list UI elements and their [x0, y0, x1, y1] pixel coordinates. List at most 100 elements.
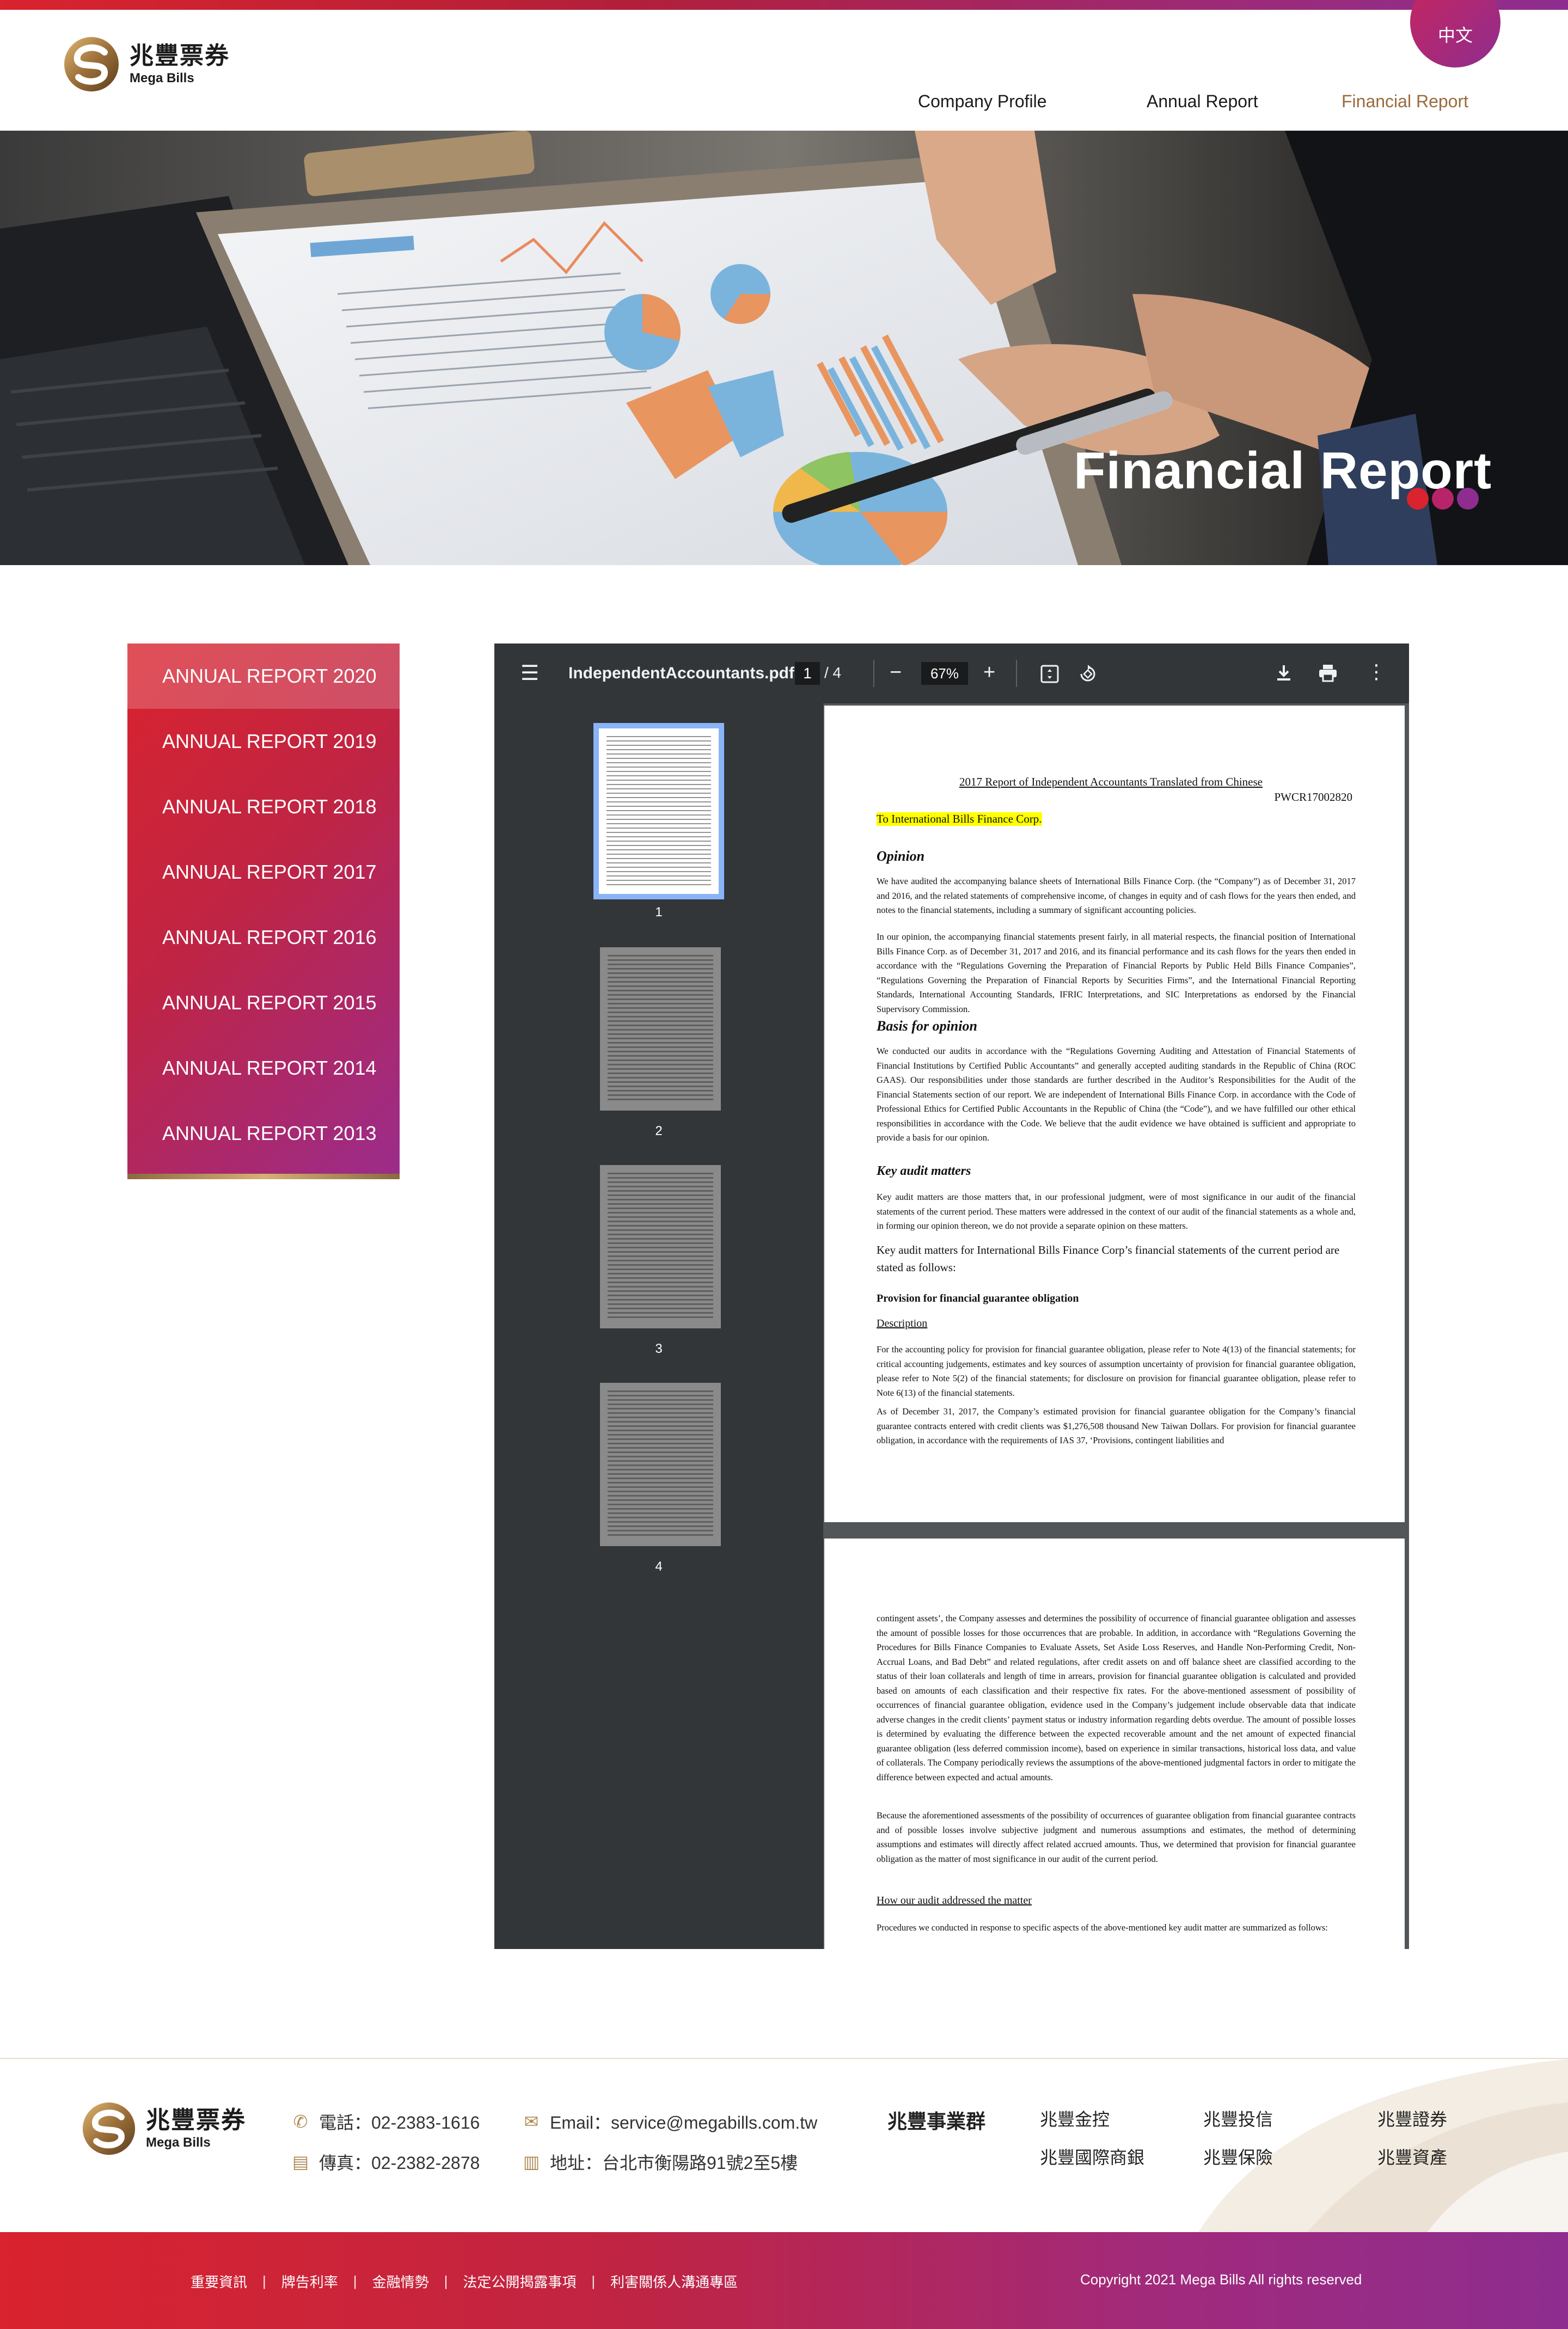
footer-email[interactable]: ✉ Email：service@megabills.com.tw	[522, 2109, 818, 2134]
footer-link-important-info[interactable]: 重要資訊	[191, 2271, 247, 2291]
page-thumbnail-2[interactable]	[600, 947, 721, 1111]
paragraph: Because the aforementioned assessments o…	[877, 1810, 1356, 1864]
pdf-toolbar: ☰ IndependentAccountants.pdf 1 / 4 − 67%…	[494, 643, 1409, 703]
site-logo[interactable]: 兆豐票券 Mega Bills	[63, 36, 230, 93]
footer-decoration	[1198, 2059, 1568, 2232]
report-addressee: To International Bills Finance Corp.	[877, 812, 1042, 826]
footer-phone: ✆ 電話：02-2383-1616	[291, 2109, 480, 2134]
footer-link-disclosures[interactable]: 法定公開揭露事項	[463, 2271, 576, 2291]
zoom-in-icon[interactable]: +	[983, 662, 995, 683]
building-icon: ▥	[523, 2152, 540, 2172]
heading-basis: Basis for opinion	[877, 1018, 977, 1034]
paragraph: Key audit matters are those matters that…	[877, 1192, 1356, 1231]
logo-name-en: Mega Bills	[130, 71, 194, 85]
logo-name-en: Mega Bills	[146, 2135, 211, 2150]
heading-how-audit-addressed: How our audit addressed the matter	[877, 1895, 1032, 1907]
zoom-out-icon[interactable]: −	[890, 662, 902, 683]
heading-opinion: Opinion	[877, 848, 925, 864]
rotate-icon[interactable]	[1078, 664, 1098, 684]
paragraph: For the accounting policy for provision …	[877, 1344, 1356, 1398]
paragraph: Procedures we conducted in response to s…	[877, 1922, 1328, 1933]
paragraph: contingent assets’, the Company assesses…	[877, 1613, 1356, 1782]
footer-address: ▥ 地址：台北市衡陽路91號2至5樓	[522, 2149, 798, 2174]
site-footer: 兆豐票券 Mega Bills ✆ 電話：02-2383-1616 ▤ 傳真：0…	[0, 2058, 1568, 2232]
heading-key-audit-matters: Key audit matters	[877, 1164, 971, 1178]
toolbar-divider	[873, 660, 874, 687]
link-separator: |	[353, 2273, 357, 2289]
logo-name-cn: 兆豐票券	[130, 42, 230, 69]
pdf-page-2: contingent assets’, the Company assesses…	[824, 1539, 1405, 1949]
sidebar-item-2016[interactable]: ANNUAL REPORT 2016	[127, 905, 400, 970]
paragraph: We have audited the accompanying balance…	[877, 876, 1356, 915]
page-thumbnail-1[interactable]	[593, 723, 724, 899]
mega-bills-logo-icon	[82, 2102, 136, 2155]
hero-banner: Financial Report	[0, 131, 1568, 565]
link-separator: |	[591, 2273, 596, 2289]
thumbnail-label: 2	[655, 1124, 663, 1138]
paragraph: As of December 31, 2017, the Company’s e…	[877, 1406, 1356, 1445]
nav-annual-report[interactable]: Annual Report	[1147, 91, 1258, 112]
footer-link-mega-asset[interactable]: 兆豐資產	[1377, 2144, 1447, 2169]
thumbnail-label: 1	[655, 905, 663, 920]
footer-logo[interactable]: 兆豐票券 Mega Bills	[82, 2101, 246, 2156]
thumbnail-label: 3	[655, 1341, 663, 1356]
top-accent-bar	[0, 0, 1568, 10]
nav-financial-report[interactable]: Financial Report	[1342, 91, 1468, 112]
paragraph: In our opinion, the accompanying financi…	[877, 931, 1356, 1014]
sidebar-item-2014[interactable]: ANNUAL REPORT 2014	[127, 1035, 400, 1101]
footer-link-mega-holdings[interactable]: 兆豐金控	[1040, 2106, 1110, 2131]
footer-bottom-bar: 重要資訊 | 牌告利率 | 金融情勢 | 法定公開揭露事項 | 利害關係人溝通專…	[0, 2232, 1568, 2329]
paragraph: Key audit matters for International Bill…	[877, 1243, 1340, 1274]
fit-page-icon[interactable]	[1040, 664, 1059, 684]
pdf-file-name: IndependentAccountants.pdf	[568, 664, 794, 682]
footer-link-posted-rates[interactable]: 牌告利率	[281, 2271, 338, 2291]
page-thumbnail-4[interactable]	[600, 1383, 721, 1546]
pdf-page-1: 2017 Report of Independent Accountants T…	[824, 706, 1405, 1522]
thumbnail-sidebar: 1 2 3 4	[494, 703, 823, 1949]
link-separator: |	[444, 2273, 448, 2289]
page-number-input[interactable]: 1	[795, 662, 820, 685]
more-options-icon[interactable]: ⋮	[1367, 662, 1386, 682]
footer-link-mega-bank[interactable]: 兆豐國際商銀	[1040, 2144, 1144, 2169]
footer-group-title: 兆豐事業群	[887, 2110, 986, 2132]
report-code: PWCR17002820	[1274, 790, 1352, 804]
nav-company-profile[interactable]: Company Profile	[918, 91, 1047, 112]
footer-link-financial-situation[interactable]: 金融情勢	[372, 2271, 429, 2291]
footer-link-mega-securities[interactable]: 兆豐證券	[1377, 2106, 1447, 2131]
language-switch-button[interactable]: 中文	[1410, 0, 1500, 68]
sidebar-item-2020[interactable]: ANNUAL REPORT 2020	[127, 643, 400, 709]
paragraph: We conducted our audits in accordance wi…	[877, 1046, 1356, 1143]
footer-link-mega-insurance[interactable]: 兆豐保險	[1203, 2144, 1273, 2169]
fax-icon: ▤	[292, 2152, 309, 2172]
footer-link-mega-investment[interactable]: 兆豐投信	[1203, 2106, 1273, 2131]
footer-link-stakeholders[interactable]: 利害關係人溝通專區	[610, 2271, 738, 2291]
heading-description: Description	[877, 1317, 928, 1329]
sidebar-item-2017[interactable]: ANNUAL REPORT 2017	[127, 839, 400, 905]
zoom-level-input[interactable]: 67%	[921, 662, 968, 685]
sidebar-item-2018[interactable]: ANNUAL REPORT 2018	[127, 774, 400, 839]
site-header: 兆豐票券 Mega Bills 中文 Company Profile Annua…	[0, 0, 1568, 131]
thumbnail-label: 4	[655, 1559, 663, 1574]
copyright-text: Copyright 2021 Mega Bills All rights res…	[1080, 2271, 1362, 2288]
mail-icon: ✉	[524, 2112, 539, 2131]
menu-icon[interactable]: ☰	[520, 663, 539, 684]
download-icon[interactable]	[1274, 663, 1294, 683]
print-icon[interactable]	[1318, 663, 1338, 683]
toolbar-divider	[1016, 660, 1017, 687]
footer-fax: ▤ 傳真：02-2382-2878	[291, 2149, 480, 2174]
sidebar-item-2019[interactable]: ANNUAL REPORT 2019	[127, 709, 400, 774]
footer-bottom-links: 重要資訊 | 牌告利率 | 金融情勢 | 法定公開揭露事項 | 利害關係人溝通專…	[191, 2271, 738, 2291]
annual-report-sidebar: ANNUAL REPORT 2020 ANNUAL REPORT 2019 AN…	[127, 643, 400, 1179]
logo-name-cn: 兆豐票券	[146, 2107, 246, 2134]
page-count: / 4	[824, 664, 842, 681]
sidebar-item-2013[interactable]: ANNUAL REPORT 2013	[127, 1101, 400, 1166]
phone-icon: ✆	[293, 2112, 308, 2131]
link-separator: |	[262, 2273, 266, 2289]
sidebar-item-2015[interactable]: ANNUAL REPORT 2015	[127, 970, 400, 1035]
report-title: 2017 Report of Independent Accountants T…	[959, 775, 1263, 788]
heading-provision: Provision for financial guarantee obliga…	[877, 1292, 1079, 1304]
pdf-viewer: ☰ IndependentAccountants.pdf 1 / 4 − 67%…	[494, 643, 1409, 1949]
banner-dots-decoration	[1407, 488, 1482, 510]
mega-bills-logo-icon	[64, 37, 119, 91]
page-thumbnail-3[interactable]	[600, 1165, 721, 1328]
